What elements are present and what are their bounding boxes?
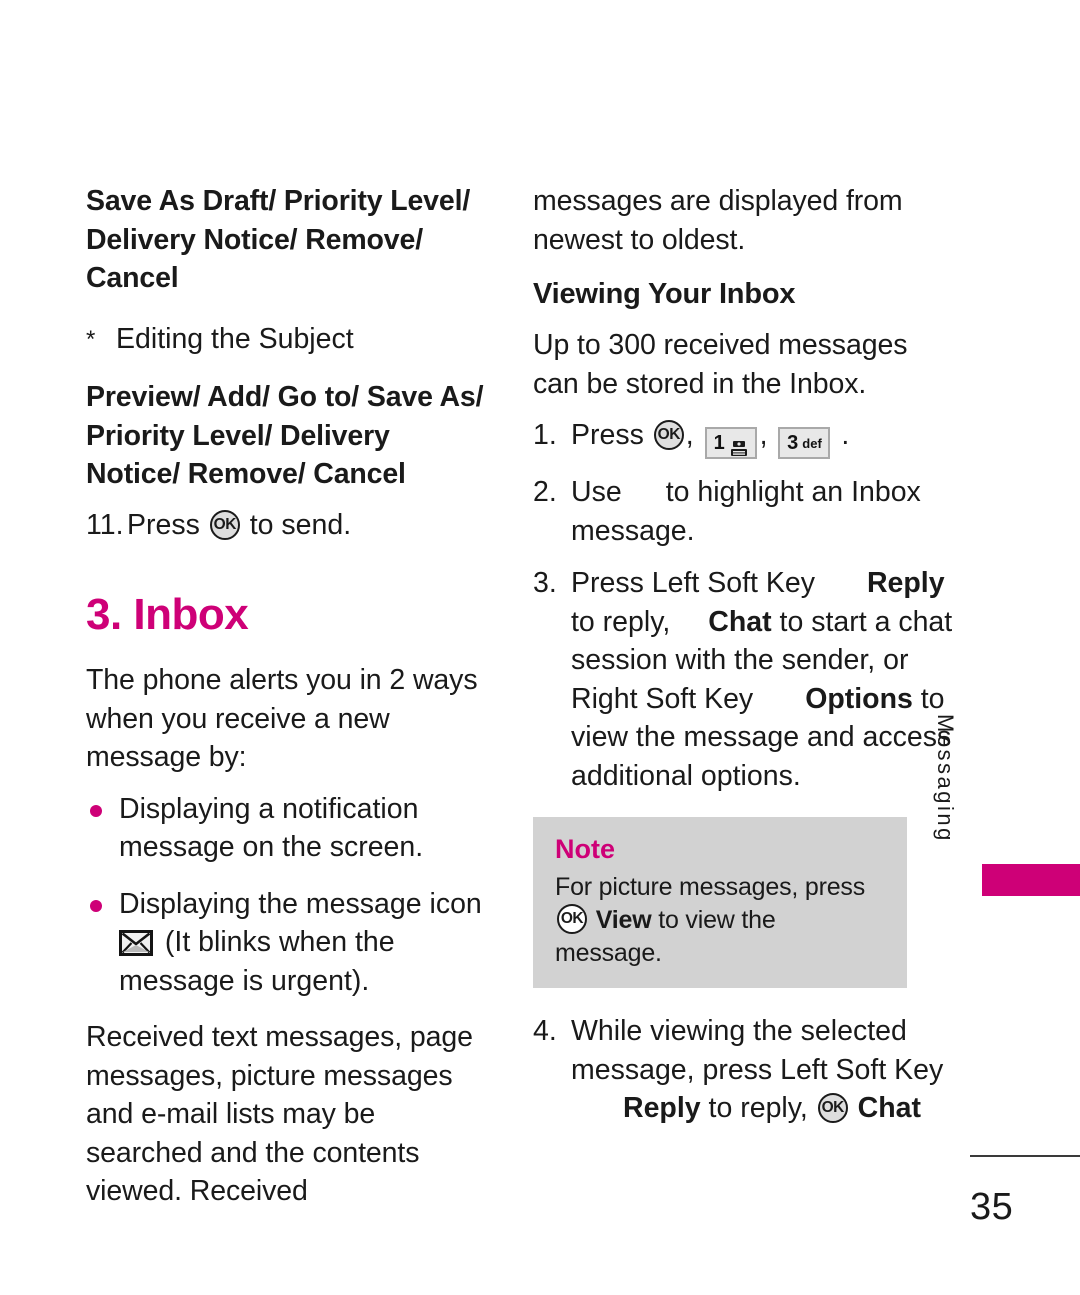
key-3-icon: 3 def xyxy=(778,427,831,459)
bullet-item-text-after: (It blinks when the message is urgent). xyxy=(119,926,395,997)
received-messages-paragraph: Received text messages, page messages, p… xyxy=(86,1021,473,1207)
star-item-label: Editing the Subject xyxy=(116,322,354,355)
note-bold-view: View xyxy=(595,906,652,934)
side-tab-label: Messaging xyxy=(933,714,958,843)
bullet-dot-icon xyxy=(90,899,102,912)
asterisk-marker: * xyxy=(86,325,96,353)
inbox-capacity-paragraph: Up to 300 received messages can be store… xyxy=(533,329,908,400)
note-box: Note For picture messages, press OK View… xyxy=(533,817,907,988)
footer-rule xyxy=(970,1155,1080,1157)
ok-key-icon: OK xyxy=(557,904,587,934)
left-column: Save As Draft/ Priority Level/ Delivery … xyxy=(86,182,486,1224)
step-4-part-a: While viewing the selected message, pres… xyxy=(571,1015,944,1086)
comma-separator: , xyxy=(759,419,768,451)
note-body: For picture messages, press OK View to v… xyxy=(555,871,887,970)
ok-key-icon: OK xyxy=(817,1093,848,1123)
note-title: Note xyxy=(555,834,615,864)
bullet-dot-icon xyxy=(90,804,102,817)
key-1-digit: 1 xyxy=(713,431,725,454)
star-item-editing-subject: * Editing the Subject xyxy=(86,320,486,359)
ok-key-icon: OK xyxy=(209,509,240,540)
inbox-intro-paragraph: The phone alerts you in 2 ways when you … xyxy=(86,664,478,773)
ok-key-label: OK xyxy=(213,515,237,533)
bullet-item-text-before: Displaying the message icon xyxy=(119,887,482,920)
note-text-after: to view the message. xyxy=(555,906,776,967)
bullet-item-notification: Displaying a notification message on the… xyxy=(86,790,486,867)
bullet-item-message-icon: Displaying the message icon (It blinks w… xyxy=(86,885,486,1001)
key-1-icon: 1 xyxy=(704,427,757,459)
step-4-part-b: to reply, xyxy=(708,1092,808,1124)
options-list-2: Preview/ Add/ Go to/ Save As/ Priority L… xyxy=(86,381,484,490)
ok-key-icon: OK xyxy=(653,420,684,450)
key-3-digit: 3 xyxy=(787,431,799,454)
step-2: 2. Use to highlight an Inbox message. xyxy=(533,473,953,550)
step-11: 11. Press OK to send. xyxy=(86,506,486,545)
step-4: 4. While viewing the selected message, p… xyxy=(533,1012,953,1128)
step-4-bold-chat: Chat xyxy=(857,1092,921,1124)
step-11-number: 11. xyxy=(86,508,124,541)
step-3-bold-chat: Chat xyxy=(708,605,772,638)
section-heading-inbox: 3. Inbox xyxy=(86,590,249,639)
sub-heading-viewing-your-inbox: Viewing Your Inbox xyxy=(533,278,796,310)
step-3-number: 3. xyxy=(533,567,557,599)
page-number: 35 xyxy=(970,1186,1014,1228)
comma-separator: , xyxy=(685,419,694,451)
bullet-item-label: Displaying a notification message on the… xyxy=(119,792,424,864)
step-3: 3. Press Left Soft Key Reply to reply, Cha… xyxy=(533,564,953,795)
step-4-bold-reply: Reply xyxy=(623,1092,701,1124)
ok-key-label: OK xyxy=(657,426,681,444)
step-1-number: 1. xyxy=(533,419,557,451)
options-list-1: Save As Draft/ Priority Level/ Delivery … xyxy=(86,185,471,294)
step-1-text-before: Press xyxy=(571,419,644,451)
step-3-part-b: to reply, xyxy=(571,605,671,638)
voicemail-icon xyxy=(730,435,748,456)
step-3-bold-options: Options xyxy=(805,682,913,715)
step-2-text-after: to highlight an Inbox message. xyxy=(571,476,921,547)
step-2-text-before: Use xyxy=(571,476,622,508)
ok-key-label: OK xyxy=(560,910,584,928)
right-column: messages are displayed from newest to ol… xyxy=(533,182,953,1142)
note-text-before: For picture messages, press xyxy=(555,873,865,901)
step-3-part-a: Press Left Soft Key xyxy=(571,567,815,599)
side-tab-block xyxy=(982,864,1080,896)
step-1: 1. Press OK, 1 , 3 def . xyxy=(533,416,953,459)
step-1-text-after: . xyxy=(841,419,850,451)
step-2-number: 2. xyxy=(533,476,557,508)
step-4-number: 4. xyxy=(533,1015,557,1047)
ok-key-label: OK xyxy=(821,1099,845,1117)
key-3-sublabel: def xyxy=(802,435,822,451)
step-11-text-after: to send. xyxy=(249,508,352,541)
step-11-text-before: Press xyxy=(127,508,200,541)
envelope-icon xyxy=(119,928,153,956)
step-3-bold-reply: Reply xyxy=(866,567,945,599)
continued-paragraph: messages are displayed from newest to ol… xyxy=(533,185,903,256)
manual-page: Save As Draft/ Priority Level/ Delivery … xyxy=(0,0,1080,1295)
